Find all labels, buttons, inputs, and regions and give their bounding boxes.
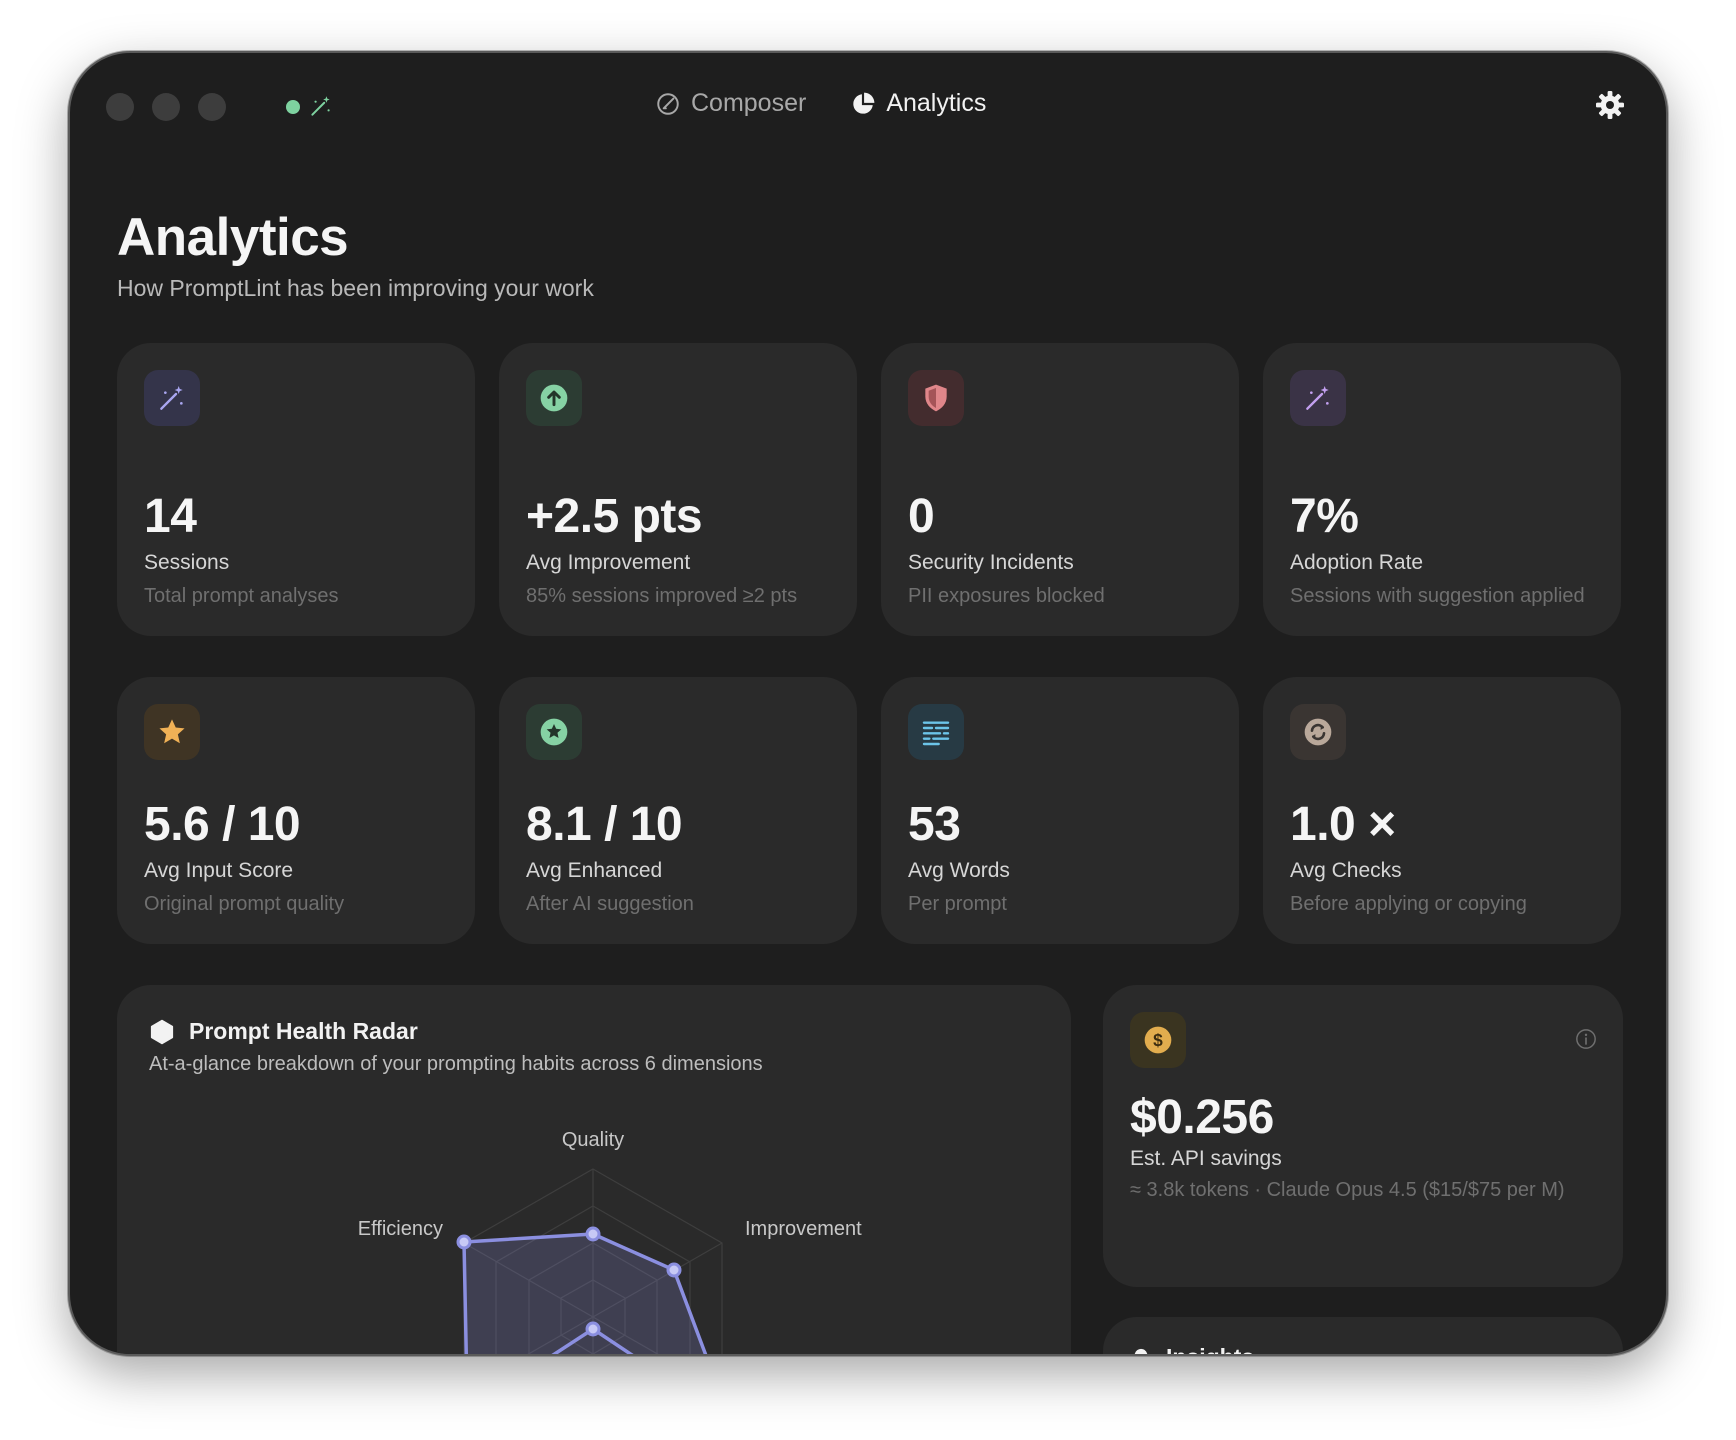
stat-description: Per prompt bbox=[908, 893, 1007, 915]
stat-card-avg-checks: 1.0 × Avg Checks Before applying or copy… bbox=[1263, 677, 1621, 944]
magic-wand-icon bbox=[160, 386, 183, 410]
radar-axis-label-quality: Quality bbox=[562, 1129, 624, 1151]
radar-axis-label-improvement: Improvement bbox=[745, 1218, 862, 1240]
api-savings-card: $ $0.256 Est. API savings ≈ 3.8k tokens … bbox=[1103, 985, 1623, 1287]
stat-description: Sessions with suggestion applied bbox=[1290, 585, 1585, 607]
radar-axis-label-efficiency: Efficiency bbox=[358, 1218, 443, 1240]
composer-icon bbox=[657, 92, 679, 115]
info-icon[interactable] bbox=[1575, 1028, 1597, 1050]
savings-label: Est. API savings bbox=[1130, 1147, 1282, 1170]
stat-value: 5.6 / 10 bbox=[144, 798, 301, 851]
stat-label: Adoption Rate bbox=[1290, 551, 1424, 574]
stat-card-adoption-rate: 7% Adoption Rate Sessions with suggestio… bbox=[1263, 343, 1621, 636]
card-icon-badge: $ bbox=[1130, 1012, 1186, 1068]
card-icon-badge bbox=[908, 704, 964, 760]
magic-wand-icon bbox=[1306, 386, 1329, 410]
status-indicator bbox=[286, 100, 300, 114]
radar-chart: Quality Improvement Efficiency bbox=[358, 1129, 862, 1354]
tab-analytics[interactable]: Analytics bbox=[850, 89, 986, 118]
close-window-button[interactable] bbox=[106, 93, 134, 121]
stat-value: 53 bbox=[908, 798, 961, 851]
prompt-health-radar-card: Prompt Health Radar At-a-glance breakdow… bbox=[117, 985, 1071, 1354]
stat-label: Avg Checks bbox=[1290, 859, 1402, 882]
radar-point-inner[interactable] bbox=[585, 1321, 601, 1337]
stat-description: PII exposures blocked bbox=[908, 585, 1105, 607]
stat-card-avg-improvement: +2.5 pts Avg Improvement 85% sessions im… bbox=[499, 343, 857, 636]
star-icon bbox=[159, 719, 185, 744]
card-icon-badge bbox=[526, 704, 582, 760]
stat-description: Before applying or copying bbox=[1290, 893, 1527, 915]
savings-value: $0.256 bbox=[1130, 1091, 1274, 1144]
card-icon-badge bbox=[144, 370, 200, 426]
stat-description: Total prompt analyses bbox=[144, 585, 339, 607]
gear-icon[interactable] bbox=[1594, 89, 1626, 121]
stat-card-sessions: 14 Sessions Total prompt analyses bbox=[117, 343, 475, 636]
stat-card-avg-words: 53 Avg Words Per prompt bbox=[881, 677, 1239, 944]
tab-composer-label: Composer bbox=[691, 89, 807, 117]
card-icon-badge bbox=[1290, 370, 1346, 426]
stat-label: Security Incidents bbox=[908, 551, 1074, 574]
stat-value: 14 bbox=[144, 490, 197, 543]
main-nav: Composer Analytics bbox=[655, 89, 986, 118]
stat-card-security-incidents: 0 Security Incidents PII exposures block… bbox=[881, 343, 1239, 636]
stat-label: Sessions bbox=[144, 551, 230, 574]
lightbulb-icon bbox=[1134, 1348, 1148, 1354]
stat-card-avg-enhanced: 8.1 / 10 Avg Enhanced After AI suggestio… bbox=[499, 677, 857, 944]
text-lines-icon bbox=[922, 721, 950, 746]
page-subtitle: How PromptLint has been improving your w… bbox=[117, 275, 594, 301]
savings-description: ≈ 3.8k tokens · Claude Opus 4.5 ($15/$75… bbox=[1130, 1179, 1565, 1201]
stat-description: After AI suggestion bbox=[526, 893, 694, 915]
radar-point-efficiency[interactable] bbox=[456, 1234, 472, 1250]
stat-card-avg-input-score: 5.6 / 10 Avg Input Score Original prompt… bbox=[117, 677, 475, 944]
card-icon-badge bbox=[1290, 704, 1346, 760]
shield-icon bbox=[925, 384, 947, 412]
pie-chart-icon bbox=[853, 92, 875, 114]
tab-analytics-label: Analytics bbox=[886, 89, 987, 117]
stat-label: Avg Input Score bbox=[144, 859, 294, 882]
stat-value: 7% bbox=[1290, 490, 1359, 543]
stat-value: 1.0 × bbox=[1290, 798, 1396, 851]
page-title: Analytics bbox=[117, 208, 349, 267]
refresh-icon bbox=[1304, 718, 1332, 746]
app-window: Composer Analytics Analytics How PromptL… bbox=[68, 51, 1668, 1356]
stat-label: Avg Words bbox=[908, 859, 1010, 882]
stat-label: Avg Enhanced bbox=[526, 859, 663, 882]
stat-value: 8.1 / 10 bbox=[526, 798, 683, 851]
zoom-window-button[interactable] bbox=[198, 93, 226, 121]
magic-wand-icon bbox=[311, 96, 330, 116]
window-controls bbox=[106, 93, 226, 121]
star-circle-icon bbox=[540, 718, 568, 746]
card-icon-badge bbox=[144, 704, 200, 760]
radar-point-improvement[interactable] bbox=[666, 1262, 682, 1278]
stat-description: 85% sessions improved ≥2 pts bbox=[526, 585, 798, 607]
stat-description: Original prompt quality bbox=[144, 893, 345, 915]
radar-data-area bbox=[462, 1232, 708, 1354]
insights-card: Insights bbox=[1103, 1317, 1623, 1354]
stat-label: Avg Improvement bbox=[526, 551, 691, 574]
dollar-coin-icon: $ bbox=[1144, 1026, 1172, 1054]
svg-text:$: $ bbox=[1153, 1030, 1163, 1050]
insights-title: Insights bbox=[1166, 1344, 1254, 1354]
card-icon-badge bbox=[908, 370, 964, 426]
tab-composer[interactable]: Composer bbox=[655, 89, 806, 118]
card-icon-badge bbox=[526, 370, 582, 426]
stat-value: +2.5 pts bbox=[526, 490, 703, 543]
minimize-window-button[interactable] bbox=[152, 93, 180, 121]
arrow-up-circle-icon bbox=[540, 384, 568, 412]
radar-point-quality[interactable] bbox=[585, 1226, 601, 1242]
stat-value: 0 bbox=[908, 490, 935, 543]
